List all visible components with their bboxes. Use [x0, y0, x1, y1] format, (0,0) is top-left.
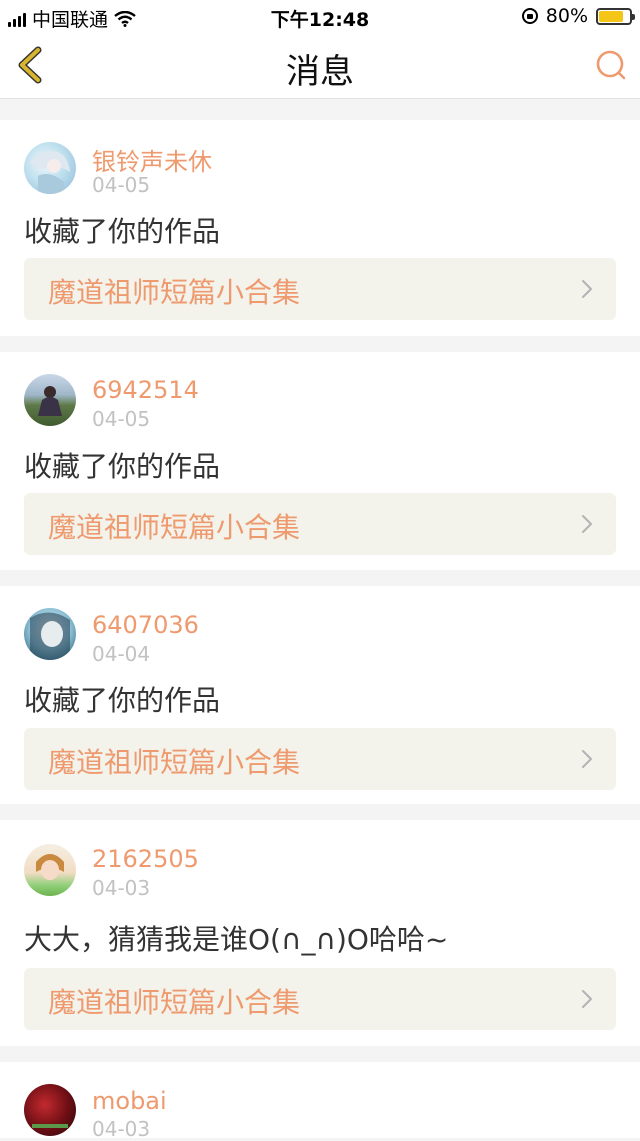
work-link[interactable]: 魔道祖师短篇小合集	[24, 728, 616, 790]
work-title: 魔道祖师短篇小合集	[48, 276, 301, 309]
message-card: mobai 04-03	[0, 1062, 640, 1141]
work-title: 魔道祖师短篇小合集	[48, 746, 301, 779]
avatar[interactable]	[24, 844, 76, 896]
message-card: 银铃声未休 04-05 收藏了你的作品 魔道祖师短篇小合集	[0, 120, 640, 336]
message-text: 大大，猜猜我是谁O(∩_∩)O哈哈~	[24, 923, 449, 956]
avatar[interactable]	[24, 142, 76, 194]
message-date: 04-03	[92, 876, 151, 900]
username[interactable]: 2162505	[92, 845, 199, 873]
username[interactable]: 6407036	[92, 611, 199, 639]
message-date: 04-04	[92, 642, 151, 666]
message-text: 收藏了你的作品	[24, 215, 221, 248]
message-card: 2162505 04-03 大大，猜猜我是谁O(∩_∩)O哈哈~ 魔道祖师短篇小…	[0, 820, 640, 1046]
page-title: 消息	[286, 52, 354, 92]
username[interactable]: mobai	[92, 1087, 167, 1115]
battery-percent: 80%	[545, 5, 588, 27]
work-title: 魔道祖师短篇小合集	[48, 511, 301, 544]
work-link[interactable]: 魔道祖师短篇小合集	[24, 493, 616, 555]
work-title: 魔道祖师短篇小合集	[48, 986, 301, 1019]
orientation-lock-icon	[521, 8, 538, 24]
chevron-right-icon	[582, 750, 592, 768]
message-card: 6407036 04-04 收藏了你的作品 魔道祖师短篇小合集	[0, 586, 640, 804]
battery-level	[599, 10, 623, 22]
avatar[interactable]	[24, 1084, 76, 1136]
username[interactable]: 6942514	[92, 376, 199, 404]
message-date: 04-03	[92, 1117, 151, 1141]
work-link[interactable]: 魔道祖师短篇小合集	[24, 968, 616, 1030]
chevron-right-icon	[582, 280, 592, 298]
chevron-right-icon	[582, 990, 592, 1008]
work-link[interactable]: 魔道祖师短篇小合集	[24, 258, 616, 320]
search-icon[interactable]	[594, 48, 628, 82]
chevron-right-icon	[582, 515, 592, 533]
message-date: 04-05	[92, 407, 151, 431]
message-text: 收藏了你的作品	[24, 450, 221, 483]
message-date: 04-05	[92, 173, 151, 197]
username[interactable]: 银铃声未休	[92, 142, 212, 177]
nav-bar: 消息	[0, 32, 640, 99]
status-right: 80%	[521, 5, 635, 27]
message-text: 收藏了你的作品	[24, 684, 221, 717]
battery-icon	[596, 7, 635, 25]
status-bar: 中国联通 下午12:48 80%	[0, 0, 640, 32]
avatar[interactable]	[24, 608, 76, 660]
message-card: 6942514 04-05 收藏了你的作品 魔道祖师短篇小合集	[0, 352, 640, 570]
avatar[interactable]	[24, 374, 76, 426]
